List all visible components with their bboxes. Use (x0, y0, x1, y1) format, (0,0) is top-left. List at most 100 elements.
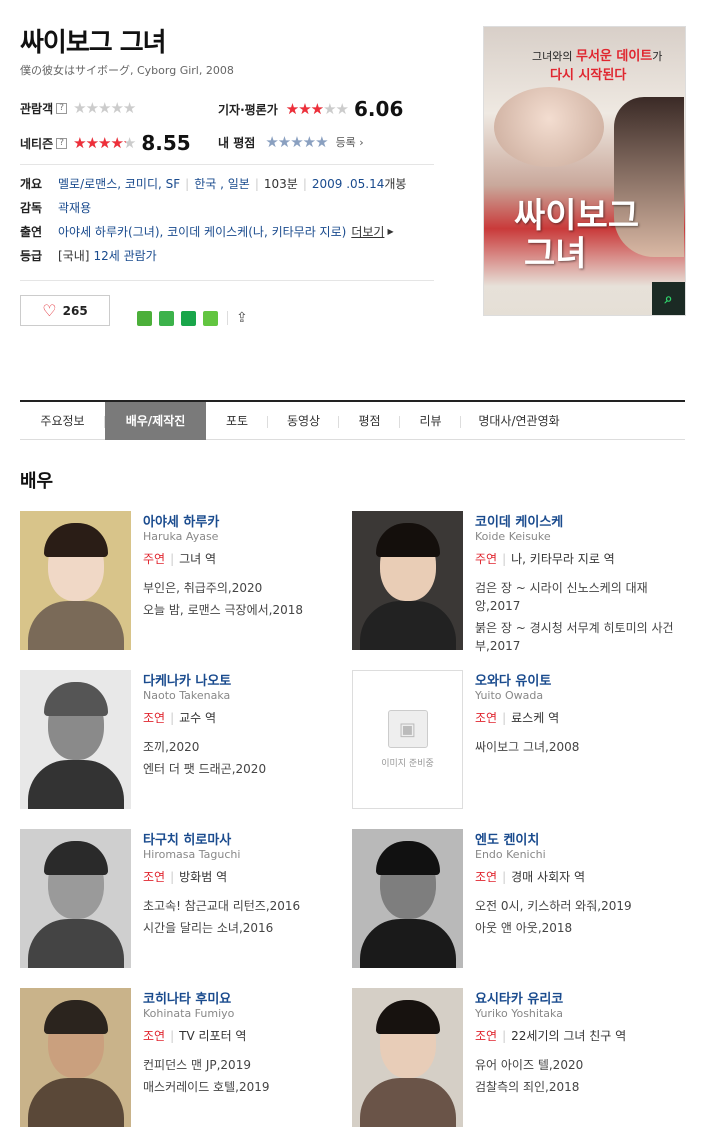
actor-name[interactable]: 다케나카 나오토 (143, 670, 231, 689)
actor-name[interactable]: 타구치 히로마사 (143, 829, 231, 848)
actor-card: 아야세 하루카 Haruka Ayase 주연 | 그녀 역 부인은, 취급주의,2… (20, 511, 350, 651)
cast-link[interactable]: 아야세 하루카(그녀), 코이데 케이스케(나, 키타무라 지로) (58, 223, 346, 240)
film-link[interactable]: 매스커레이드 호텔,2019 (143, 1078, 353, 1096)
actor-photo[interactable] (20, 670, 131, 809)
film-link[interactable]: 엔터 더 팻 드래곤,2020 (143, 760, 353, 778)
tab-rating[interactable]: 평점 (339, 402, 400, 440)
actor-name[interactable]: 엔도 켄이치 (475, 829, 539, 848)
film-link[interactable]: 검은 장 ~ 시라이 신노스케의 대재앙,2017 (475, 579, 685, 615)
register-link[interactable]: 등록 › (336, 134, 364, 150)
blog-share-icon[interactable] (137, 310, 152, 326)
critic-score: 6.06 (354, 97, 404, 121)
actor-filmography: 검은 장 ~ 시라이 신노스케의 대재앙,2017 붉은 장 ~ 경시청 서무계… (475, 579, 685, 659)
netizen-stars: ★★★★★★★★★★ (73, 134, 136, 152)
actor-role: 조연 | TV 리포터 역 (143, 1029, 247, 1043)
tab-quotes-related[interactable]: 명대사/연관영화 (461, 402, 577, 440)
country-link[interactable]: 한국 , 일본 (194, 175, 250, 192)
film-link[interactable]: 검찰측의 죄인,2018 (475, 1078, 685, 1096)
director-link[interactable]: 곽재용 (58, 199, 91, 216)
runtime: 103분 (263, 177, 298, 191)
actor-photo[interactable] (20, 829, 131, 968)
actor-eng-name: Kohinata Fumiyo (143, 1007, 235, 1020)
actor-card: 다케나카 나오토 Naoto Takenaka 조연 | 교수 역 조끼,2020 … (20, 670, 350, 810)
director-label: 감독 (20, 201, 43, 215)
tab-cast-crew[interactable]: 배우/제작진 (105, 401, 206, 440)
film-link[interactable]: 컨피던스 맨 JP,2019 (143, 1056, 353, 1074)
director-row: 감독 곽재용 (20, 199, 91, 216)
film-link[interactable]: 초고속! 참근교대 리턴즈,2016 (143, 897, 353, 915)
grade-label: 등급 (20, 249, 43, 263)
poster-title: 싸이보그 그녀 (514, 196, 640, 274)
like-button[interactable]: ♡ 265 (20, 295, 110, 326)
help-icon[interactable]: ? (56, 102, 68, 114)
actor-name[interactable]: 오와다 유이토 (475, 670, 551, 689)
memo-share-icon[interactable] (203, 310, 218, 326)
actor-role: 조연 | 료스케 역 (475, 711, 560, 725)
actor-photo[interactable] (352, 988, 463, 1127)
actor-photo[interactable] (20, 988, 131, 1127)
netizen-score: 8.55 (141, 131, 191, 155)
my-rating-stars[interactable]: ★★★★★ (265, 133, 328, 151)
actor-role: 조연 | 22세기의 그녀 친구 역 (475, 1029, 627, 1043)
cast-row: 출연 아야세 하루카(그녀), 코이데 케이스케(나, 키타무라 지로) 더보기… (20, 223, 394, 240)
tab-review[interactable]: 리뷰 (400, 402, 461, 440)
grade-link[interactable]: 12세 관람가 (93, 247, 156, 264)
actor-name[interactable]: 아야세 하루카 (143, 511, 219, 530)
actor-eng-name: Endo Kenichi (475, 848, 546, 861)
actor-eng-name: Haruka Ayase (143, 530, 219, 543)
critic-label: 기자·평론가 (218, 102, 278, 117)
poster-tagline: 그녀와의 무서운 데이트가 다시 시작된다 (532, 49, 663, 83)
actor-photo[interactable] (20, 511, 131, 650)
grade-prefix: [국내] (58, 249, 90, 263)
help-icon[interactable]: ? (56, 137, 68, 149)
netizen-rating: 네티즌 ? ★★★★★★★★★★ 8.55 (20, 131, 191, 155)
more-link[interactable]: 더보기 (351, 223, 384, 240)
release-date-link[interactable]: 2009 .05.14 (312, 177, 385, 191)
netizen-label: 네티즌 (20, 136, 54, 151)
divider (20, 280, 434, 281)
actor-filmography: 초고속! 참근교대 리턴즈,2016 시간을 달리는 소녀,2016 (143, 897, 353, 941)
cafe-share-icon[interactable] (159, 310, 174, 326)
film-link[interactable]: 시간을 달리는 소녀,2016 (143, 919, 353, 937)
film-link[interactable]: 오전 0시, 키스하러 와줘,2019 (475, 897, 685, 915)
film-link[interactable]: 유어 아이즈 텔,2020 (475, 1056, 685, 1074)
divider (20, 164, 434, 165)
film-link[interactable]: 부인은, 취급주의,2020 (143, 579, 353, 597)
actor-photo[interactable] (352, 511, 463, 650)
audience-label: 관람객 (20, 101, 54, 116)
genre-link[interactable]: 멜로/로맨스, 코미디, SF (58, 175, 180, 192)
my-rating: 내 평점 ★★★★★ 등록 › (218, 133, 364, 151)
actor-filmography: 오전 0시, 키스하러 와줘,2019 아웃 앤 아웃,2018 (475, 897, 685, 941)
film-link[interactable]: 싸이보그 그녀,2008 (475, 738, 685, 756)
film-link[interactable]: 붉은 장 ~ 경시청 서무계 히토미의 사건부,2017 (475, 619, 685, 655)
film-link[interactable]: 아웃 앤 아웃,2018 (475, 919, 685, 937)
film-link[interactable]: 조끼,2020 (143, 738, 353, 756)
zoom-search-icon[interactable]: ⌕ (652, 282, 685, 315)
share-icon[interactable]: ⇪ (236, 310, 248, 326)
tab-bar: 주요정보 배우/제작진 포토 동영상 평점 리뷰 명대사/연관영화 (20, 400, 685, 440)
critic-rating: 기자·평론가 ★★★★★★★★★★ 6.06 (218, 97, 403, 121)
actor-card: 코이데 케이스케 Koide Keisuke 주연 | 나, 키타무라 지로 역 검… (352, 511, 682, 653)
overview-label: 개요 (20, 177, 43, 191)
caret-right-icon: ▶ (387, 227, 394, 236)
actor-photo[interactable] (352, 829, 463, 968)
tab-main-info[interactable]: 주요정보 (20, 402, 105, 440)
actor-eng-name: Hiromasa Taguchi (143, 848, 241, 861)
actor-name[interactable]: 요시타카 유리코 (475, 988, 563, 1007)
actor-name[interactable]: 코히나타 후미요 (143, 988, 231, 1007)
bookmark-share-icon[interactable] (181, 310, 196, 326)
tab-photo[interactable]: 포토 (206, 402, 268, 440)
poster-face-girl (494, 87, 604, 167)
actor-filmography: 부인은, 취급주의,2020 오늘 밤, 로맨스 극장에서,2018 (143, 579, 353, 623)
section-title-actors: 배우 (20, 471, 54, 492)
tab-video[interactable]: 동영상 (268, 402, 339, 440)
actor-role: 주연 | 나, 키타무라 지로 역 (475, 552, 615, 566)
actor-name[interactable]: 코이데 케이스케 (475, 511, 563, 530)
actor-card: 요시타카 유리코 Yuriko Yoshitaka 조연 | 22세기의 그녀 친구… (352, 988, 682, 1128)
image-placeholder-icon: ▣ (387, 710, 428, 748)
film-link[interactable]: 오늘 밤, 로맨스 극장에서,2018 (143, 601, 353, 619)
like-count: 265 (62, 303, 88, 318)
actor-role: 조연 | 경매 사회자 역 (475, 870, 586, 884)
share-bar: ⇪ (137, 310, 248, 326)
movie-poster[interactable]: 그녀와의 무서운 데이트가 다시 시작된다 싸이보그 그녀 ⌕ (483, 26, 686, 316)
